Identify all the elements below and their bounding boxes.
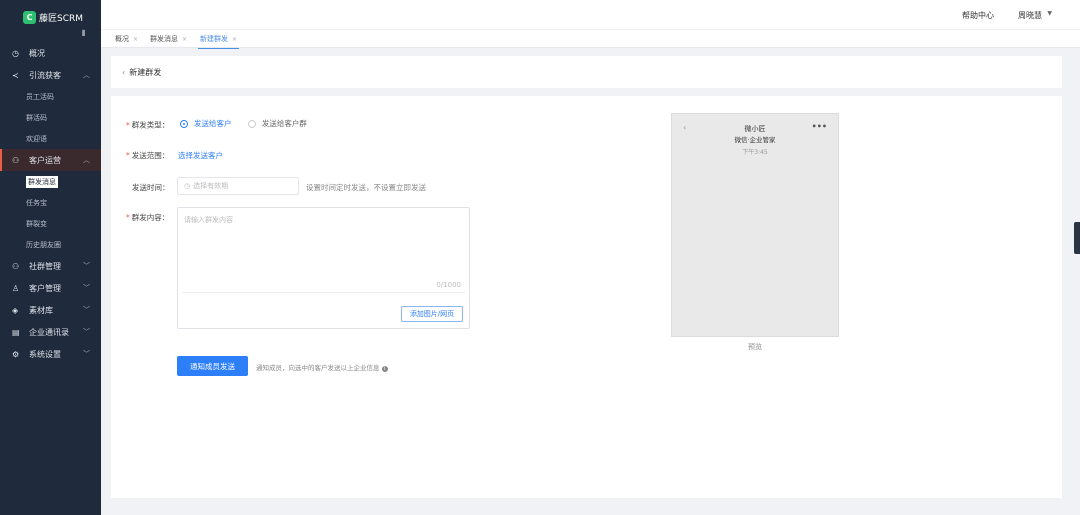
sidebar-item-materials[interactable]: ◈ 素材库 ﹀ — [0, 299, 101, 321]
user-icon: ♙ — [12, 283, 20, 293]
chevron-down-icon: ﹀ — [83, 262, 90, 270]
sidebar-item-customer-ops[interactable]: ⚇ 客户运营 ︿ — [0, 149, 101, 171]
sidebar-item-label: 客户管理 — [29, 283, 61, 293]
add-image-webpage-button[interactable]: 添加图片/网页 — [401, 306, 463, 322]
sidebar-item-label: 概况 — [29, 48, 45, 58]
users-icon: ⚇ — [12, 155, 20, 165]
sidebar-subitem-mass-message[interactable]: 群发消息 — [0, 171, 101, 192]
sidebar: C 藤匠SCRM ⦀ ◷ 概况 ≺ 引流获客 ︿ 员工活码 群活码 欢迎语 ⚇ … — [0, 0, 101, 515]
info-icon[interactable]: i — [381, 366, 388, 372]
sidebar-item-overview[interactable]: ◷ 概况 — [0, 42, 101, 64]
clock-icon: ◷ — [184, 182, 191, 190]
phone-preview: ‹ ••• 微小匠 微信·企业管家 下午3:45 — [671, 113, 839, 337]
sidebar-item-community[interactable]: ⚇ 社群管理 ﹀ — [0, 255, 101, 277]
sidebar-item-label: 引流获客 — [29, 70, 61, 80]
sidebar-item-label: 企业通讯录 — [29, 327, 69, 337]
close-icon[interactable]: × — [232, 36, 237, 43]
content-editor: 请输入群发内容 0/1000 添加图片/网页 — [177, 207, 470, 329]
book-icon: ▤ — [12, 327, 20, 337]
brand[interactable]: C 藤匠SCRM — [0, 0, 101, 34]
char-counter: 0/1000 — [436, 281, 461, 289]
sidebar-item-label: 社群管理 — [29, 261, 61, 271]
content-textarea[interactable]: 请输入群发内容 — [184, 215, 233, 225]
preview-subtitle: 微信·企业管家 — [734, 136, 776, 144]
sidebar-subitem-welcome[interactable]: 欢迎语 — [0, 128, 101, 149]
tab-overview[interactable]: 概况 × — [115, 34, 138, 44]
tabs-bar: 概况 × 群发消息 × 新建群发 × — [101, 29, 1080, 49]
sidebar-subitem-task[interactable]: 任务宝 — [0, 192, 101, 213]
sidebar-item-label: 素材库 — [29, 305, 53, 315]
select-customers-link[interactable]: 选择发送客户 — [178, 151, 223, 160]
time-label: 发送时间： — [132, 183, 170, 192]
send-time-picker[interactable]: ◷ 选择有效期 — [177, 177, 299, 195]
sidebar-subitem-fission[interactable]: 群裂变 — [0, 213, 101, 234]
share-icon: ≺ — [12, 70, 19, 80]
brand-name: 藤匠SCRM — [39, 13, 84, 24]
preview-time: 下午3:45 — [742, 149, 768, 156]
sidebar-item-directory[interactable]: ▤ 企业通讯录 ﹀ — [0, 321, 101, 343]
sidebar-item-label: 客户运营 — [29, 155, 61, 165]
sidebar-subitem-moments[interactable]: 历史朋友圈 — [0, 234, 101, 255]
divider — [182, 292, 465, 293]
help-center-link[interactable]: 帮助中心 — [962, 10, 994, 21]
scope-row: * 发送范围： 选择发送客户 — [126, 151, 224, 160]
sidebar-menu: ◷ 概况 ≺ 引流获客 ︿ 员工活码 群活码 欢迎语 ⚇ 客户运营 ︿ 群发消息… — [0, 42, 101, 365]
content-row: * 群发内容： — [126, 213, 170, 222]
page-header: ‹ 新建群发 — [111, 56, 1062, 88]
tab-new-mass[interactable]: 新建群发 × — [197, 34, 240, 49]
sidebar-item-label: 系统设置 — [29, 349, 61, 359]
chevron-down-icon: ﹀ — [83, 350, 90, 358]
close-icon[interactable]: × — [133, 36, 138, 43]
clock-icon: ◷ — [12, 48, 19, 58]
type-label: 群发类型： — [131, 120, 170, 130]
caret-down-icon[interactable]: ▼ — [1047, 10, 1052, 17]
sidebar-item-acquisition[interactable]: ≺ 引流获客 ︿ — [0, 64, 101, 86]
sidebar-item-customers[interactable]: ♙ 客户管理 ﹀ — [0, 277, 101, 299]
page-title: 新建群发 — [129, 68, 162, 77]
top-bar: 帮助中心 周晓慧 ▼ — [101, 0, 1080, 29]
brand-logo-icon: C — [23, 10, 36, 24]
close-icon[interactable]: × — [182, 36, 187, 43]
preview-name: 微小匠 — [744, 125, 766, 133]
radio-send-to-customers[interactable]: 发送给客户 — [180, 118, 232, 129]
content-label: 群发内容： — [131, 213, 170, 222]
chevron-down-icon: ﹀ — [83, 328, 90, 336]
scope-label: 发送范围： — [131, 151, 170, 160]
time-hint: 设置时间定时发送，不设置立即发送 — [306, 183, 426, 192]
scroll-handle[interactable] — [1074, 222, 1080, 254]
notify-members-send-button[interactable]: 通知成员发送 — [177, 356, 248, 376]
collapse-sidebar-icon[interactable]: ⦀ — [82, 30, 89, 38]
preview-label: 预览 — [748, 343, 762, 351]
group-icon: ⚇ — [12, 261, 20, 271]
radio-send-to-groups[interactable]: 发送给客户群 — [247, 118, 307, 129]
tab-mass-message[interactable]: 群发消息 × — [150, 34, 187, 44]
user-menu[interactable]: 周晓慧 — [1018, 10, 1042, 21]
chevron-down-icon: ﹀ — [83, 284, 90, 292]
time-row: 发送时间： — [132, 182, 170, 193]
submit-hint: 通知成员，向选中的客户发送以上企业信息 i — [256, 362, 388, 372]
chevron-up-icon: ︿ — [83, 156, 90, 164]
type-row: * 群发类型： 发送给客户 发送给客户群 — [126, 118, 307, 130]
sidebar-item-settings[interactable]: ⚙ 系统设置 ﹀ — [0, 343, 101, 365]
layers-icon: ◈ — [12, 305, 19, 315]
gear-icon: ⚙ — [12, 349, 20, 359]
sidebar-subitem-group-code[interactable]: 群活码 — [0, 107, 101, 128]
chevron-up-icon: ︿ — [83, 71, 90, 79]
chevron-left-icon: ‹ — [122, 68, 126, 77]
back-button[interactable]: ‹ 新建群发 — [122, 67, 161, 78]
chevron-down-icon: ﹀ — [83, 306, 90, 314]
sidebar-subitem-staff-code[interactable]: 员工活码 — [0, 86, 101, 107]
